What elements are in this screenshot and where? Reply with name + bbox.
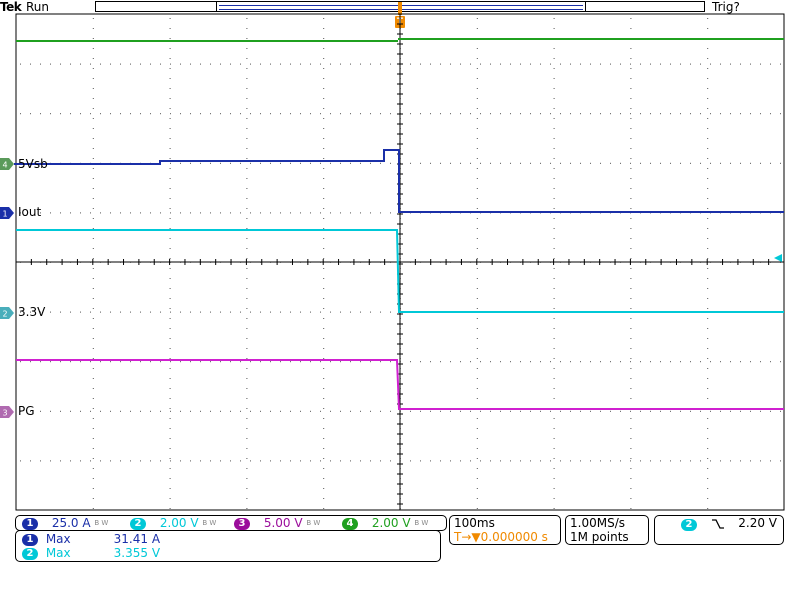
- svg-text:1: 1: [2, 210, 7, 219]
- measurement-row: 1 Max 31.41 A: [22, 532, 160, 546]
- svg-text:2: 2: [2, 310, 7, 319]
- waveform-display: [14, 13, 785, 511]
- trigger-level-arrow-icon: [774, 254, 782, 262]
- bandwidth-limit-icon: B W: [94, 519, 109, 527]
- label-5vsb: 5Vsb: [18, 157, 48, 171]
- record-length: 1M points: [570, 530, 629, 544]
- ref-marker-5vsb[interactable]: 4: [0, 158, 14, 170]
- vertical-scale-readout[interactable]: 1 25.0 A B W 2 2.00 V B W 3 5.00 V B W 4…: [15, 515, 447, 531]
- meas1-source-badge: 1: [22, 533, 38, 546]
- bandwidth-limit-icon: B W: [414, 519, 429, 527]
- measurement-readout[interactable]: 1 Max 31.41 A 2 Max 3.355 V: [15, 530, 441, 562]
- trigger-source-badge: 2: [681, 518, 697, 531]
- channel2-marker[interactable]: 2: [0, 307, 14, 319]
- svg-text:3: 3: [2, 409, 7, 418]
- ch4-badge[interactable]: 4: [342, 517, 358, 530]
- label-3v3: 3.3V: [18, 305, 46, 319]
- ch4-scale: 2.00 V: [371, 516, 411, 530]
- svg-text:4: 4: [2, 161, 7, 170]
- meas2-name: Max: [45, 546, 71, 560]
- ref-trace-5vsb: [48, 149, 784, 213]
- trigger-readout[interactable]: 2 2.20 V: [654, 515, 784, 545]
- ch3-scale: 5.00 V: [263, 516, 303, 530]
- time-per-div: 100ms: [454, 516, 495, 530]
- label-pg: PG: [18, 404, 35, 418]
- timebase-readout[interactable]: 100ms T→▼0.000000 s: [449, 515, 561, 545]
- ch2-scale: 2.00 V: [159, 516, 199, 530]
- ch2-badge[interactable]: 2: [130, 517, 146, 530]
- ch1-scale: 25.0 A: [51, 516, 91, 530]
- label-iout: Iout: [18, 205, 42, 219]
- meas1-name: Max: [45, 532, 71, 546]
- bandwidth-limit-icon: B W: [306, 519, 321, 527]
- measurement-row: 2 Max 3.355 V: [22, 546, 160, 560]
- bandwidth-limit-icon: B W: [202, 519, 217, 527]
- acquisition-readout[interactable]: 1.00MS/s 1M points: [565, 515, 649, 545]
- ch1-badge[interactable]: 1: [22, 517, 38, 530]
- ch3-badge[interactable]: 3: [234, 517, 250, 530]
- sample-rate: 1.00MS/s: [570, 516, 625, 530]
- meas1-value: 31.41 A: [113, 532, 161, 546]
- ref-marker-pg[interactable]: 3: [0, 406, 14, 418]
- channel1-marker[interactable]: 1: [0, 207, 14, 219]
- trigger-position: T→▼0.000000 s: [454, 530, 548, 544]
- trigger-level: 2.20 V: [738, 516, 777, 530]
- falling-edge-icon: [712, 519, 724, 529]
- meas2-source-badge: 2: [22, 547, 38, 560]
- meas2-value: 3.355 V: [113, 546, 161, 560]
- graticule-grid: [15, 13, 785, 511]
